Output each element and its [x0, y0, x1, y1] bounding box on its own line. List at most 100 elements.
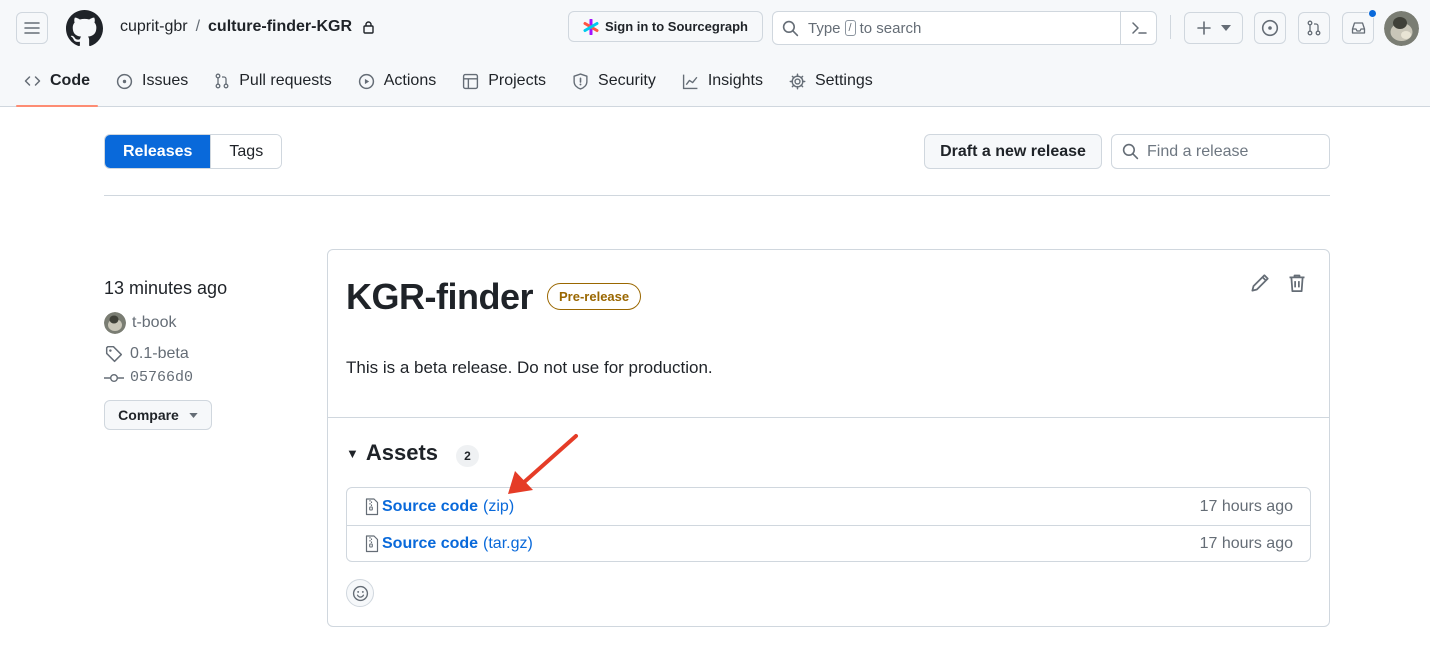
- asset-time: 17 hours ago: [1199, 497, 1293, 515]
- breadcrumb-separator: /: [195, 18, 201, 35]
- search-suffix: to search: [859, 19, 922, 37]
- terminal-icon: [1131, 22, 1147, 34]
- code-icon: [24, 76, 41, 86]
- chevron-down-icon: [1220, 25, 1231, 31]
- tab-security[interactable]: Security: [564, 58, 664, 104]
- pencil-icon[interactable]: [1250, 273, 1270, 293]
- release-card: KGR-finder Pre-release This is a beta re…: [327, 249, 1330, 627]
- asset-ext: (tar.gz): [483, 535, 533, 552]
- tab-actions[interactable]: Actions: [350, 58, 444, 104]
- menu-button[interactable]: [16, 12, 48, 44]
- asset-name: Source code: [382, 535, 479, 552]
- search-shortcut-key: /: [844, 20, 856, 36]
- user-avatar[interactable]: [1384, 11, 1419, 46]
- asset-link-zip[interactable]: Source code (zip): [365, 498, 514, 516]
- graph-icon: [682, 74, 698, 89]
- tab-label: Actions: [383, 72, 437, 89]
- release-commit[interactable]: 05766d0: [104, 369, 193, 386]
- tab-issues[interactable]: Issues: [108, 58, 196, 104]
- tab-label: Settings: [814, 72, 873, 89]
- triangle-down-icon: ▼: [346, 445, 359, 461]
- table-icon: [463, 73, 479, 89]
- issue-icon: [116, 73, 133, 89]
- add-reaction-button[interactable]: [346, 579, 374, 607]
- top-bar: cuprit-gbr / culture-finder-KGR Sign in …: [0, 0, 1430, 56]
- author-name[interactable]: t-book: [132, 314, 176, 332]
- compare-label: Compare: [118, 407, 179, 423]
- tab-label: Pull requests: [239, 72, 332, 89]
- release-divider: [328, 417, 1329, 418]
- issue-opened-icon: [1261, 19, 1279, 37]
- play-icon: [358, 73, 374, 89]
- git-pull-request-icon: [1307, 20, 1321, 36]
- plus-icon: [1196, 21, 1211, 35]
- releases-tab[interactable]: Releases: [105, 135, 211, 168]
- annotation-arrow-icon: [508, 434, 578, 494]
- prerelease-badge: Pre-release: [547, 283, 642, 310]
- tags-tab[interactable]: Tags: [210, 135, 282, 168]
- tab-label: Security: [598, 72, 656, 89]
- compare-button[interactable]: Compare: [104, 400, 212, 430]
- command-palette-button[interactable]: [1120, 12, 1156, 44]
- release-tag[interactable]: 0.1-beta: [104, 345, 189, 363]
- release-time: 13 minutes ago: [104, 278, 228, 298]
- notification-indicator: [1368, 9, 1377, 18]
- shield-icon: [573, 72, 588, 90]
- header-divider: [1170, 15, 1171, 39]
- release-title[interactable]: KGR-finder: [346, 276, 534, 318]
- asset-link-targz[interactable]: Source code (tar.gz): [365, 535, 533, 553]
- asset-row: Source code (tar.gz) 17 hours ago: [347, 525, 1310, 562]
- tab-label: Projects: [488, 72, 547, 89]
- smiley-icon: [352, 585, 368, 601]
- find-release-input[interactable]: Find a release: [1111, 134, 1330, 169]
- tab-settings[interactable]: Settings: [781, 58, 881, 104]
- create-new-button[interactable]: [1184, 12, 1243, 44]
- sourcegraph-signin-button[interactable]: Sign in to Sourcegraph: [568, 11, 763, 42]
- tab-projects[interactable]: Projects: [454, 58, 554, 104]
- gear-icon: [789, 73, 806, 89]
- file-zip-icon: [365, 497, 379, 515]
- tag-name[interactable]: 0.1-beta: [130, 345, 189, 363]
- release-author[interactable]: t-book: [104, 312, 176, 334]
- asset-time: 17 hours ago: [1199, 535, 1293, 552]
- lock-icon: [363, 21, 374, 34]
- release-description: This is a beta release. Do not use for p…: [346, 358, 713, 377]
- global-search-input[interactable]: Type / to search: [772, 11, 1157, 45]
- tab-insights[interactable]: Insights: [674, 58, 771, 104]
- avatar-image-icon: [104, 312, 126, 334]
- trash-icon[interactable]: [1287, 273, 1307, 293]
- tab-label: Code: [50, 72, 90, 89]
- asset-name: Source code: [382, 497, 479, 515]
- sourcegraph-label: Sign in to Sourcegraph: [604, 19, 748, 34]
- asset-row: Source code (zip) 17 hours ago: [347, 488, 1310, 525]
- owner-link[interactable]: cuprit-gbr: [120, 18, 188, 36]
- sourcegraph-icon: [583, 18, 599, 35]
- find-release-placeholder: Find a release: [1147, 142, 1249, 160]
- commit-sha[interactable]: 05766d0: [130, 369, 193, 386]
- inbox-icon: [1351, 22, 1365, 34]
- tab-pull-requests[interactable]: Pull requests: [206, 58, 340, 104]
- pull-request-icon: [215, 73, 229, 89]
- repo-link[interactable]: culture-finder-KGR: [208, 18, 352, 36]
- releases-tags-toggle: Releases Tags: [104, 134, 283, 169]
- assets-title: Assets: [365, 440, 439, 465]
- assets-count-badge: 2: [456, 445, 479, 467]
- assets-list: Source code (zip) 17 hours ago Source co…: [346, 487, 1311, 562]
- avatar-image-icon: [1384, 11, 1419, 46]
- tab-code[interactable]: Code: [16, 58, 98, 107]
- author-avatar: [104, 312, 126, 334]
- draft-release-button[interactable]: Draft a new release: [924, 134, 1102, 169]
- issues-button[interactable]: [1254, 12, 1286, 44]
- git-commit-icon: [104, 373, 124, 382]
- search-icon: [1122, 143, 1139, 160]
- subnav-divider: [104, 195, 1330, 196]
- tag-icon: [105, 345, 123, 363]
- search-icon: [782, 20, 799, 36]
- breadcrumb: cuprit-gbr / culture-finder-KGR: [120, 18, 375, 36]
- hamburger-icon: [24, 22, 40, 34]
- tab-label: Issues: [142, 72, 189, 89]
- github-logo-icon[interactable]: [66, 10, 103, 47]
- pull-requests-button[interactable]: [1298, 12, 1330, 44]
- repo-header: cuprit-gbr / culture-finder-KGR Sign in …: [0, 0, 1430, 107]
- assets-toggle[interactable]: ▼ Assets: [346, 440, 438, 466]
